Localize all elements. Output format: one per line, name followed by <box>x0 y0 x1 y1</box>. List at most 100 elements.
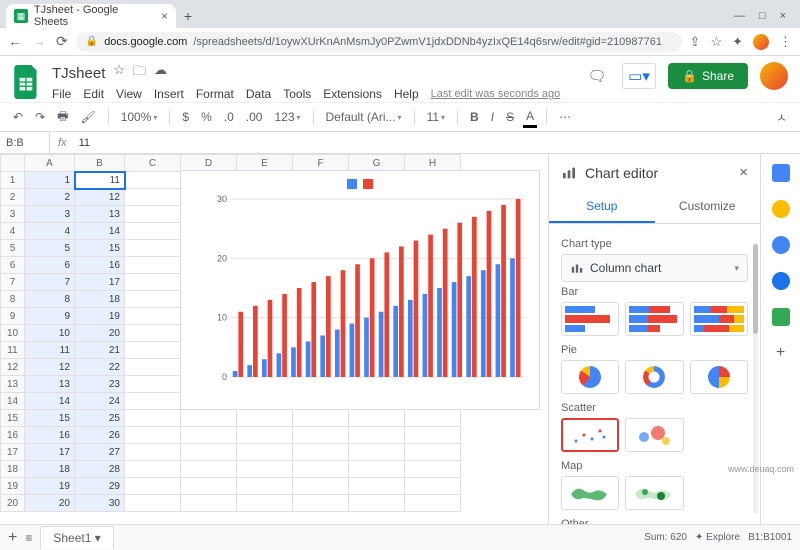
chart-option-pie-3[interactable] <box>690 360 748 394</box>
zoom-select[interactable]: 100% <box>118 108 161 126</box>
italic-button[interactable]: I <box>488 108 497 126</box>
formula-input[interactable]: 11 <box>75 137 94 149</box>
chart-option-scatter-1[interactable] <box>561 418 619 452</box>
toolbar: ↶ ↷ 🖶 🖌 100% $ % .0 .00 123 Default (Ari… <box>0 102 800 132</box>
chart-editor-icon <box>561 165 577 181</box>
redo-icon[interactable]: ↷ <box>32 108 48 126</box>
tab-customize[interactable]: Customize <box>655 191 761 223</box>
browser-menu-icon[interactable]: ⋮ <box>779 34 792 50</box>
extensions-icon[interactable]: ✦ <box>732 34 743 50</box>
menu-bar: File Edit View Insert Format Data Tools … <box>52 87 574 101</box>
menu-insert[interactable]: Insert <box>154 87 184 101</box>
paint-format-icon[interactable]: 🖌 <box>77 108 98 126</box>
last-edit-text[interactable]: Last edit was seconds ago <box>431 88 561 100</box>
text-color-button[interactable]: A <box>523 107 537 128</box>
font-size-select[interactable]: 11 <box>424 108 448 126</box>
increase-decimal-icon[interactable]: .00 <box>243 108 266 126</box>
toolbar-more-icon[interactable]: ⋯ <box>556 108 574 126</box>
number-format-select[interactable]: 123 <box>271 108 303 126</box>
menu-view[interactable]: View <box>116 87 142 101</box>
window-close-icon[interactable]: × <box>780 10 786 22</box>
strike-button[interactable]: S <box>503 108 517 126</box>
back-icon[interactable]: ← <box>8 33 22 50</box>
tasks-addon-icon[interactable] <box>772 236 790 254</box>
chart-legend <box>347 179 373 189</box>
chart-option-scatter-2[interactable] <box>625 418 683 452</box>
calendar-addon-icon[interactable] <box>772 164 790 182</box>
bold-button[interactable]: B <box>467 108 482 126</box>
currency-icon[interactable]: $ <box>179 108 192 126</box>
menu-tools[interactable]: Tools <box>283 87 311 101</box>
toolbar-collapse-icon[interactable]: ㅅ <box>773 107 790 128</box>
bookmark-icon[interactable]: ☆ <box>710 34 722 50</box>
add-addon-icon[interactable]: + <box>776 344 785 362</box>
print-icon[interactable]: 🖶 <box>54 105 71 130</box>
chart-option-map-2[interactable] <box>625 476 683 510</box>
sheet-tab[interactable]: Sheet1 ▾ <box>40 526 113 549</box>
maps-addon-icon[interactable] <box>772 308 790 326</box>
undo-icon[interactable]: ↶ <box>10 108 26 126</box>
share-page-icon[interactable]: ⇪ <box>690 34 701 50</box>
chart-option-bar-3[interactable] <box>690 302 748 336</box>
tab-close-icon[interactable]: × <box>161 9 168 23</box>
all-sheets-button[interactable]: ≡ <box>25 531 32 545</box>
embedded-chart[interactable]: 0102030 <box>180 170 540 410</box>
chart-type-select[interactable]: Column chart <box>561 254 748 282</box>
menu-file[interactable]: File <box>52 87 71 101</box>
lock-icon: 🔒 <box>86 36 98 47</box>
menu-help[interactable]: Help <box>394 87 419 101</box>
document-title[interactable]: TJsheet <box>52 65 105 82</box>
tab-title: TJsheet - Google Sheets <box>34 4 155 28</box>
tab-setup[interactable]: Setup <box>549 191 655 223</box>
editor-scrollbar[interactable] <box>753 244 758 334</box>
menu-edit[interactable]: Edit <box>83 87 104 101</box>
account-avatar[interactable] <box>760 62 788 90</box>
lock-share-icon: 🔒 <box>682 69 697 83</box>
svg-text:20: 20 <box>217 253 227 263</box>
sheets-favicon <box>14 9 28 23</box>
chart-option-pie-2[interactable] <box>625 360 683 394</box>
chart-option-bar-1[interactable] <box>561 302 619 336</box>
explore-button[interactable]: ✦ Explore <box>695 532 740 543</box>
browser-tab[interactable]: TJsheet - Google Sheets × <box>6 4 176 28</box>
section-scatter: Scatter <box>561 402 748 414</box>
contacts-addon-icon[interactable] <box>772 272 790 290</box>
chart-option-bar-2[interactable] <box>625 302 683 336</box>
address-bar[interactable]: 🔒 docs.google.com /spreadsheets/d/1oywXU… <box>76 32 682 52</box>
section-map: Map <box>561 460 748 472</box>
chart-editor-title: Chart editor <box>585 165 731 181</box>
present-button[interactable]: ▭▾ <box>622 63 656 89</box>
menu-format[interactable]: Format <box>196 87 234 101</box>
new-tab-button[interactable]: + <box>176 4 200 28</box>
section-bar: Bar <box>561 286 748 298</box>
profile-avatar-icon[interactable] <box>753 34 769 50</box>
menu-extensions[interactable]: Extensions <box>323 87 382 101</box>
sheets-logo-icon[interactable] <box>12 62 42 102</box>
name-box[interactable]: B:B <box>0 132 50 153</box>
window-minimize-icon[interactable]: — <box>734 10 745 22</box>
chart-option-pie-1[interactable] <box>561 360 619 394</box>
reload-icon[interactable]: ⟳ <box>56 33 68 50</box>
share-button[interactable]: 🔒 Share <box>668 63 748 89</box>
cloud-status-icon[interactable]: ☁ <box>154 62 167 84</box>
percent-icon[interactable]: % <box>198 108 215 126</box>
window-maximize-icon[interactable]: □ <box>759 10 766 22</box>
add-sheet-button[interactable]: + <box>8 529 17 547</box>
share-label: Share <box>702 69 734 83</box>
watermark: www.deuaq.com <box>728 464 794 474</box>
forward-icon[interactable]: → <box>32 33 46 50</box>
move-icon[interactable]: 🗀 <box>133 62 146 84</box>
chart-type-label: Chart type <box>561 238 748 250</box>
svg-text:30: 30 <box>217 194 227 204</box>
star-icon[interactable]: ☆ <box>113 62 125 84</box>
comment-history-icon[interactable]: 🗨 <box>584 63 610 89</box>
url-host: docs.google.com <box>104 36 187 48</box>
decrease-decimal-icon[interactable]: .0 <box>221 108 237 126</box>
menu-data[interactable]: Data <box>246 87 271 101</box>
keep-addon-icon[interactable] <box>772 200 790 218</box>
chart-option-map-1[interactable] <box>561 476 619 510</box>
svg-text:10: 10 <box>217 313 227 323</box>
chart-editor-close-icon[interactable]: × <box>739 164 748 181</box>
sum-indicator[interactable]: Sum: 620 <box>644 532 687 543</box>
font-select[interactable]: Default (Ari... <box>323 108 405 126</box>
